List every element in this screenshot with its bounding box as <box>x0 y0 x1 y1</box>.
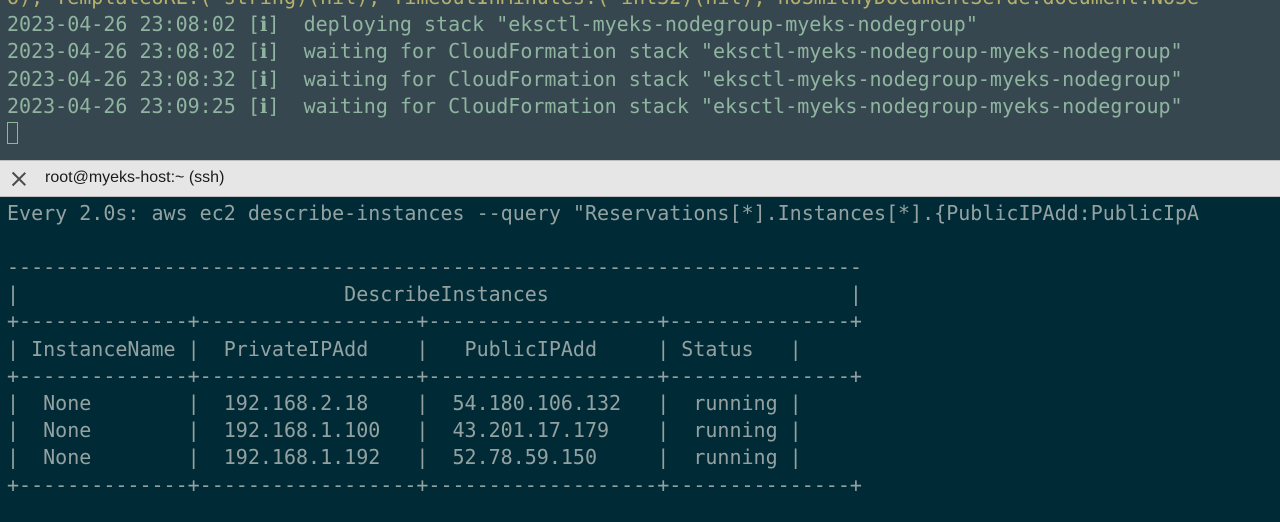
table-border: +--------------+------------------+-----… <box>7 363 862 388</box>
table-header-row: | InstanceName | PrivateIPAdd | PublicIP… <box>7 336 802 361</box>
terminal-tab-bar: root@myeks-host:~ (ssh) <box>0 160 1280 197</box>
log-line: 2023-04-26 23:08:32 [ℹ] waiting for Clou… <box>7 66 1183 91</box>
table-border: +--------------+------------------+-----… <box>7 472 862 497</box>
log-line: 2023-04-26 23:08:02 [ℹ] deploying stack … <box>7 12 978 37</box>
table-row: | None | 192.168.2.18 | 54.180.106.132 |… <box>7 391 802 416</box>
describe-instances-table: ----------------------------------------… <box>7 254 862 499</box>
table-border: ----------------------------------------… <box>7 255 862 279</box>
watch-command-header: Every 2.0s: aws ec2 describe-instances -… <box>7 201 1200 225</box>
table-row: | None | 192.168.1.100 | 43.201.17.179 |… <box>7 418 802 443</box>
table-row: | None | 192.168.1.192 | 52.78.59.150 | … <box>7 445 802 470</box>
log-line: 2023-04-26 23:08:02 [ℹ] waiting for Clou… <box>7 39 1183 64</box>
eksctl-log-output: o), TemplateURL:(*string)(nil), TimeoutI… <box>7 0 1199 147</box>
log-line: o), TemplateURL:(*string)(nil), TimeoutI… <box>7 0 1199 11</box>
close-icon[interactable] <box>10 170 28 188</box>
terminal-cursor <box>7 122 18 145</box>
tab-title[interactable]: root@myeks-host:~ (ssh) <box>45 169 224 187</box>
table-title: | DescribeInstances | <box>7 282 862 307</box>
top-terminal-pane[interactable]: o), TemplateURL:(*string)(nil), TimeoutI… <box>0 0 1280 160</box>
log-line: 2023-04-26 23:09:25 [ℹ] waiting for Clou… <box>7 93 1183 118</box>
prompt-line <box>7 120 1199 147</box>
table-border: +--------------+------------------+-----… <box>7 309 862 334</box>
bottom-terminal-pane[interactable]: Every 2.0s: aws ec2 describe-instances -… <box>0 197 1280 522</box>
